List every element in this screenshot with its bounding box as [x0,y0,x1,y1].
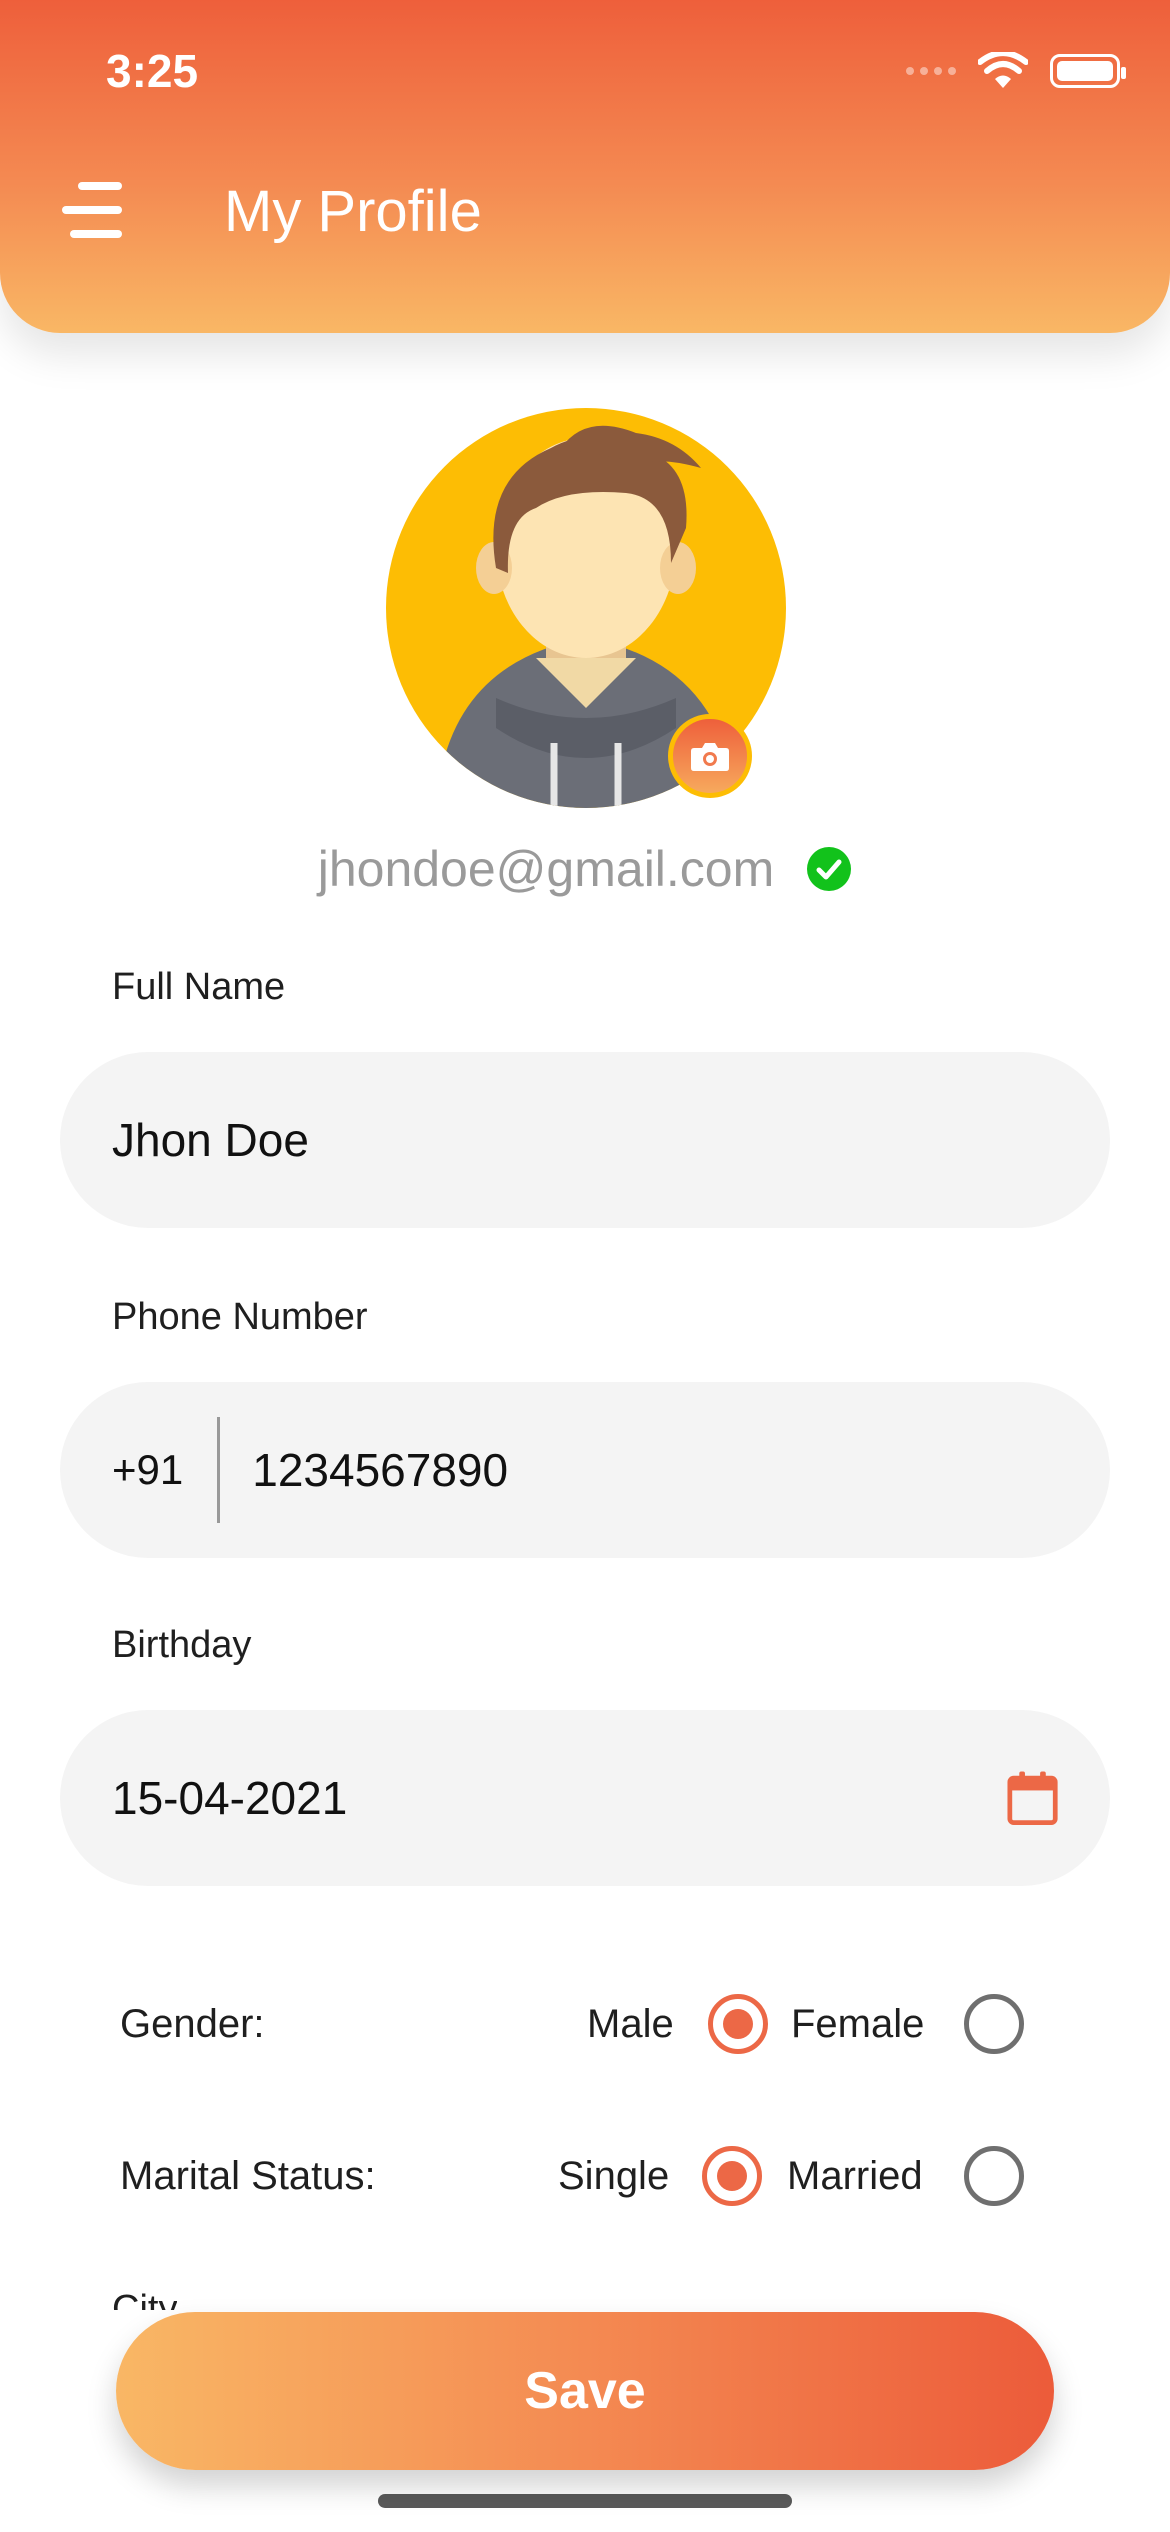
full-name-field[interactable] [60,1052,1110,1228]
menu-icon[interactable] [62,178,128,244]
gender-option-female-label: Female [791,2002,925,2046]
gender-female-radio[interactable] [964,1994,1024,2054]
city-label: City [112,2288,178,2310]
gender-male-radio[interactable] [708,1994,768,2054]
marital-status-label: Marital Status: [120,2154,376,2198]
phone-number-field[interactable]: +91 [60,1382,1110,1558]
birthday-input[interactable] [112,1771,1007,1825]
wifi-icon [978,52,1028,88]
birthday-field[interactable] [60,1710,1110,1886]
marital-option-single-label: Single [558,2154,670,2198]
phone-number-input[interactable] [220,1443,1058,1497]
battery-icon [1050,54,1126,88]
marital-single-radio[interactable] [702,2146,762,2206]
email-row: jhondoe@gmail.com [0,840,1170,898]
phone-number-label: Phone Number [112,1296,368,1338]
page-title: My Profile [224,179,482,244]
calendar-icon[interactable] [1007,1769,1058,1827]
gender-label: Gender: [120,2002,265,2046]
camera-icon [691,743,729,771]
marital-married-radio[interactable] [964,2146,1024,2206]
profile-avatar-container [386,408,786,808]
change-photo-button[interactable] [668,714,752,798]
app-header: 3:25 My Profile [0,0,1170,333]
marital-option-married-label: Married [787,2154,923,2198]
cellular-signal-icon [906,67,956,75]
profile-email: jhondoe@gmail.com [317,841,775,897]
status-time: 3:25 [106,45,199,97]
country-code[interactable]: +91 [112,1417,221,1523]
full-name-label: Full Name [112,966,286,1008]
verified-check-icon [807,847,852,891]
gender-option-male-label: Male [587,2002,674,2046]
status-icons [906,52,1126,90]
home-indicator [378,2494,792,2508]
birthday-label: Birthday [112,1624,252,1666]
save-button[interactable]: Save [116,2312,1054,2470]
full-name-input[interactable] [112,1113,1058,1167]
